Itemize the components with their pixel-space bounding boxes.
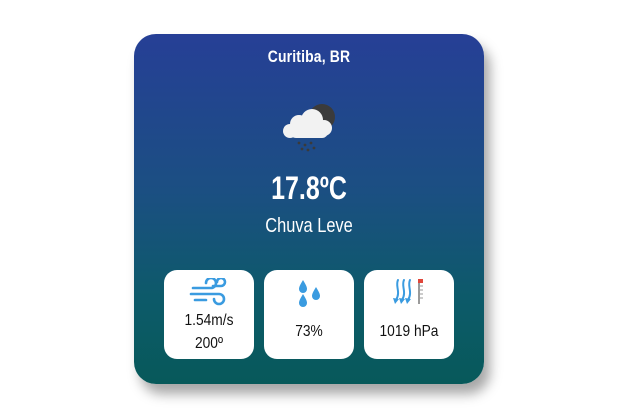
- wind-speed: 1.54m/s: [184, 312, 234, 329]
- wind-icon: [189, 278, 227, 306]
- wind-direction: 200º: [194, 335, 223, 352]
- humidity-drops-icon: [299, 280, 320, 307]
- pressure-value: 1019 hPa: [379, 323, 439, 340]
- humidity-value: 73%: [295, 323, 323, 340]
- weather-description: Chuva Leve: [265, 215, 353, 237]
- pressure-icon: [393, 279, 423, 304]
- location-label: Curitiba, BR: [267, 47, 351, 66]
- pressure-tile: 1019 hPa: [364, 270, 454, 359]
- wind-tile: 1.54m/s 200º: [164, 270, 254, 359]
- cloud-rain-night-icon: [283, 104, 335, 152]
- humidity-tile: 73%: [264, 270, 354, 359]
- temperature-value: 17.8ºC: [271, 170, 347, 206]
- weather-card: Curitiba, BR 17.8ºC Chuva Leve 1.54m/s 2…: [134, 34, 484, 384]
